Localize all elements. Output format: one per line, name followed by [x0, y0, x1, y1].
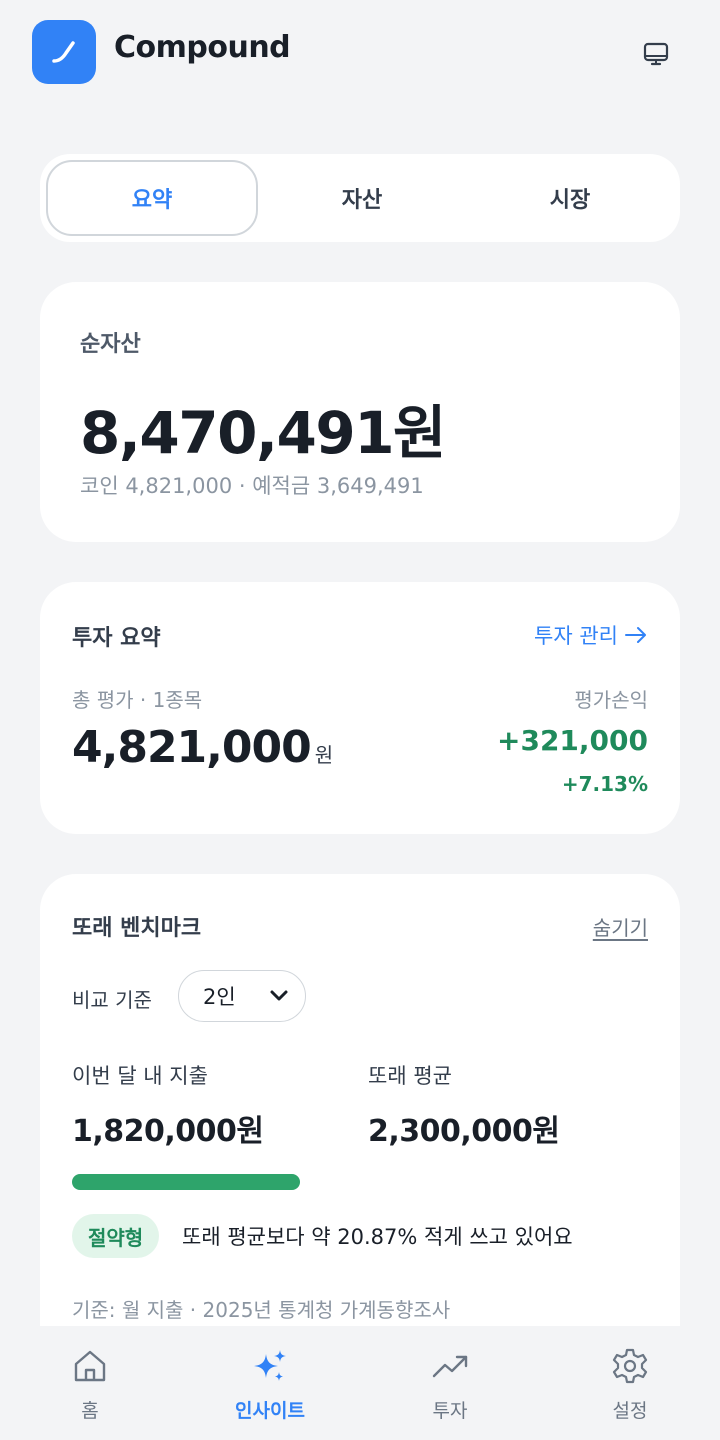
logo-curve-icon: [52, 41, 75, 63]
saver-type-badge: 절약형: [72, 1214, 160, 1258]
app-header: Compound: [0, 0, 720, 104]
net-worth-label: 순자산: [80, 332, 141, 357]
nav-item-invest[interactable]: 투자: [360, 1326, 540, 1440]
total-valuation-unit: 원: [314, 743, 334, 767]
pnl-value: +321,000: [497, 724, 648, 757]
investment-manage-label: 투자 관리: [534, 624, 618, 648]
tab-assets[interactable]: 자산: [258, 160, 466, 236]
benchmark-title: 또래 벤치마크: [72, 916, 202, 941]
nav-label-home: 홈: [81, 1400, 99, 1422]
pnl-percent: +7.13%: [561, 772, 648, 796]
peer-benchmark-card: 또래 벤치마크 숨기기 비교 기준 2인 이번 달 내 지출 1,820,000…: [40, 874, 680, 1334]
peer-average-value: 2,300,000원: [368, 1114, 560, 1149]
spend-bar-fill: [72, 1174, 300, 1190]
investment-summary-card: 투자 요약 투자 관리 총 평가 · 1종목 4,821,000 원 평가손익 …: [40, 582, 680, 834]
benchmark-footnote: 기준: 월 지출 · 2025년 통계청 가계동향조사: [72, 1298, 451, 1322]
app-logo[interactable]: [32, 20, 96, 84]
peer-average-label: 또래 평균: [368, 1064, 452, 1088]
net-worth-card: 순자산 8,470,491원 코인 4,821,000 · 예적금 3,649,…: [40, 282, 680, 542]
household-size-select[interactable]: 2인: [178, 970, 306, 1022]
total-valuation-label: 총 평가 · 1종목: [72, 688, 203, 712]
nav-label-invest: 투자: [432, 1400, 468, 1422]
nav-item-home[interactable]: 홈: [0, 1326, 180, 1440]
my-spend-label: 이번 달 내 지출: [72, 1064, 208, 1088]
household-size-value: 2인: [203, 985, 236, 1009]
segment-tabs: 요약 자산 시장: [40, 154, 680, 242]
total-valuation: 4,821,000 원: [72, 722, 333, 773]
pnl-label: 평가손익: [574, 688, 648, 712]
gear-icon: [610, 1346, 650, 1386]
my-spend-value: 1,820,000원: [72, 1114, 264, 1149]
sparkle-icon: [250, 1346, 290, 1386]
total-valuation-value: 4,821,000: [72, 722, 312, 773]
spend-comparison-bar: [72, 1174, 648, 1190]
trending-up-icon: [430, 1346, 470, 1386]
app-name: Compound: [114, 30, 291, 65]
display-toggle-button[interactable]: [638, 36, 674, 72]
nav-item-settings[interactable]: 설정: [540, 1326, 720, 1440]
nav-label-insight: 인사이트: [235, 1400, 305, 1422]
arrow-right-icon: [625, 627, 646, 643]
nav-item-insight[interactable]: 인사이트: [180, 1326, 360, 1440]
monitor-icon: [643, 42, 669, 66]
nav-label-settings: 설정: [612, 1400, 648, 1422]
hide-benchmark-link[interactable]: 숨기기: [593, 912, 648, 941]
bottom-navigation: 홈 인사이트 투자 설정: [0, 1326, 720, 1440]
tab-summary[interactable]: 요약: [46, 160, 258, 236]
tab-market[interactable]: 시장: [466, 160, 674, 236]
net-worth-amount: 8,470,491원: [80, 399, 446, 467]
chevron-down-icon: [270, 990, 288, 1001]
benchmark-message: 또래 평균보다 약 20.87% 적게 쓰고 있어요: [182, 1225, 573, 1249]
compare-basis-label: 비교 기준: [72, 988, 152, 1012]
investment-title: 투자 요약: [72, 626, 161, 651]
investment-manage-link[interactable]: 투자 관리: [534, 620, 648, 650]
home-icon: [70, 1346, 110, 1386]
net-worth-breakdown: 코인 4,821,000 · 예적금 3,649,491: [80, 474, 424, 498]
